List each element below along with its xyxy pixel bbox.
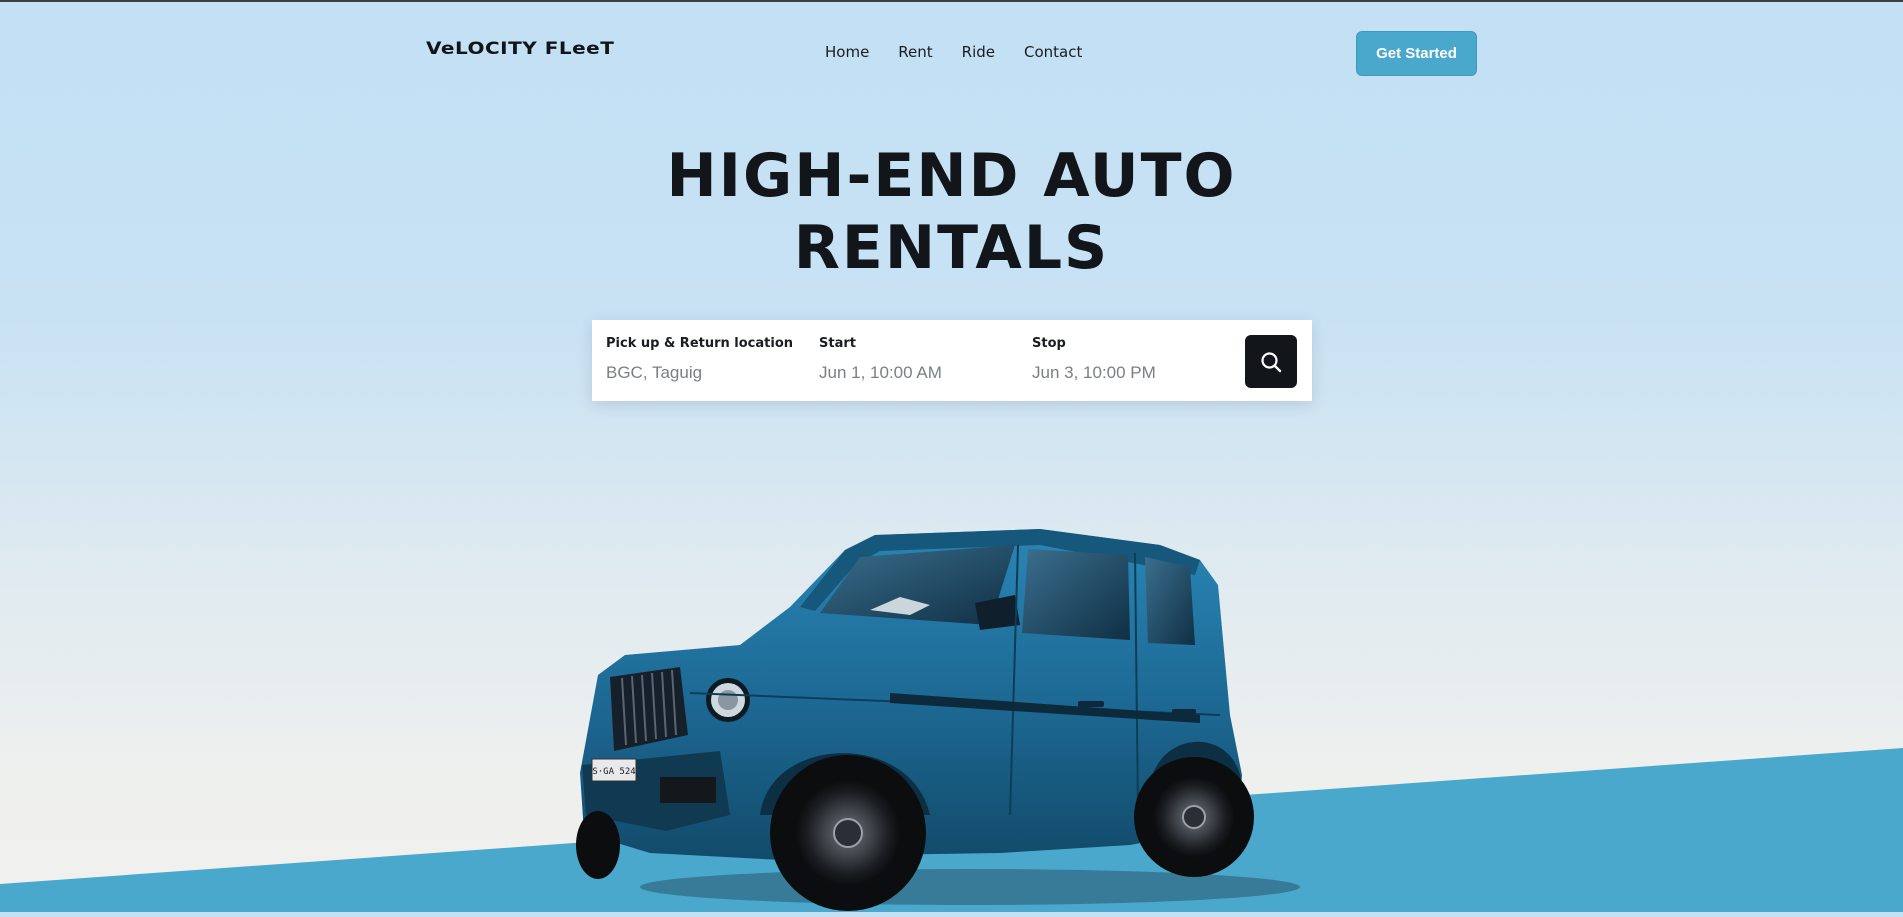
- stop-label: Stop: [1032, 336, 1066, 351]
- location-label: Pick up & Return location: [606, 336, 794, 351]
- start-input[interactable]: Jun 1, 10:00 AM: [819, 363, 942, 383]
- location-field[interactable]: Pick up & Return location BGC, Taguig: [606, 336, 793, 383]
- hero-vehicle: S·GA 524: [570, 515, 1350, 912]
- start-field[interactable]: Start Jun 1, 10:00 AM: [819, 336, 942, 383]
- hero-title-line-1: HIGH-END AUTO: [666, 141, 1237, 211]
- search-icon: [1261, 351, 1282, 372]
- search-button[interactable]: [1245, 335, 1297, 388]
- suv-illustration: S·GA 524: [576, 529, 1300, 911]
- start-label: Start: [819, 336, 856, 351]
- hero-title: HIGH-END AUTO RENTALS: [0, 140, 1903, 284]
- hero-title-line-2: RENTALS: [793, 213, 1110, 283]
- search-card: Pick up & Return location BGC, Taguig St…: [592, 320, 1312, 401]
- license-plate-text: S·GA 524: [592, 767, 635, 777]
- location-input[interactable]: BGC, Taguig: [606, 363, 793, 383]
- stop-input[interactable]: Jun 3, 10:00 PM: [1032, 363, 1156, 383]
- stop-field[interactable]: Stop Jun 3, 10:00 PM: [1032, 336, 1156, 383]
